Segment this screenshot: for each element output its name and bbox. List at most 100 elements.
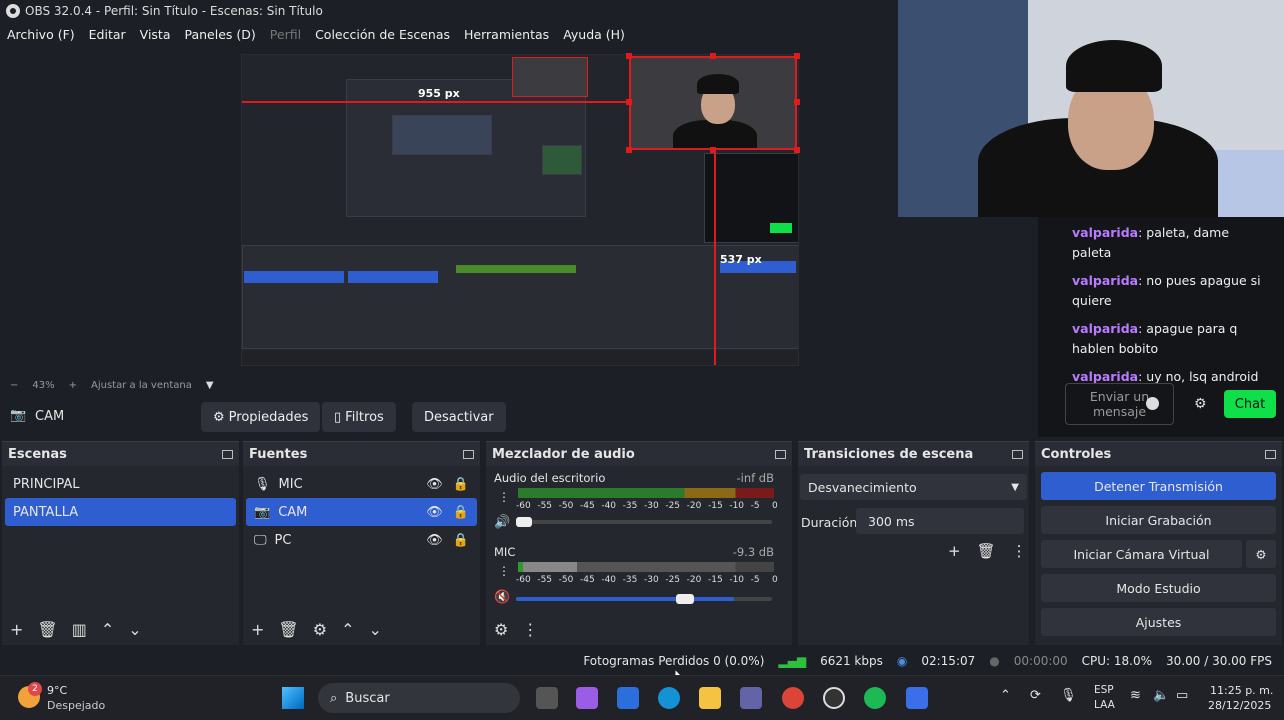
scene-item-selected[interactable]: PANTALLA [5,498,236,526]
menu-icon[interactable]: ⋮ [1012,542,1027,560]
lock-icon[interactable]: 🔒 [453,533,469,548]
chrome-icon[interactable] [782,687,804,709]
clock-time[interactable]: 11:25 p. m. [1210,684,1273,697]
selected-source-box[interactable] [629,56,797,150]
emoji-icon[interactable] [1146,397,1159,410]
move-down-icon[interactable]: ⌄ [368,620,381,639]
record-icon: ● [989,654,1000,668]
stop-streaming-button[interactable]: Detener Transmisión [1041,472,1276,500]
scene-item[interactable]: PRINCIPAL [5,470,236,498]
clock-date[interactable]: 28/12/2025 [1208,699,1271,712]
chat-settings-gear-icon[interactable]: ⚙ [1194,396,1207,412]
fit-dropdown-icon[interactable]: ▼ [206,380,214,391]
visibility-eye-icon[interactable]: 👁 [426,477,443,492]
language-top[interactable]: ESP [1094,684,1114,696]
trash-icon[interactable]: 🗑 [37,620,57,639]
channel-menu-icon[interactable]: ⋮ [498,490,510,504]
filters-button[interactable]: ▯ Filtros [322,402,396,432]
menu-archivo[interactable]: Archivo (F) [0,27,82,42]
app-icon[interactable] [906,687,928,709]
resize-handle[interactable] [794,53,800,59]
zoom-in-icon[interactable]: + [69,380,77,391]
resize-handle[interactable] [626,53,632,59]
move-down-icon[interactable]: ⌄ [128,620,141,639]
menu-editar[interactable]: Editar [82,27,133,42]
chat-send-button[interactable]: Chat [1224,390,1276,418]
virtual-camera-settings-gear-icon[interactable]: ⚙ [1246,540,1276,568]
lock-icon[interactable]: 🔒 [453,477,469,492]
volume-slider[interactable] [516,520,772,524]
undock-icon[interactable] [1012,449,1023,459]
source-item[interactable]: 🖵 PC 👁 🔒 [246,526,477,554]
undock-icon[interactable] [775,449,786,459]
lock-icon[interactable]: 🔒 [453,505,469,520]
move-up-icon[interactable]: ⌃ [101,620,114,639]
gear-icon[interactable]: ⚙ [313,620,327,639]
volume-slider-handle[interactable] [516,517,532,527]
transition-select[interactable]: Desvanecimiento ▼ [800,474,1027,500]
spotify-icon[interactable] [864,687,886,709]
source-item-selected[interactable]: 📷 CAM 👁 🔒 [246,498,477,526]
windows-start-icon[interactable] [282,687,304,709]
studio-mode-button[interactable]: Modo Estudio [1041,574,1276,602]
volume-icon[interactable]: 🔈 [1153,688,1169,703]
properties-button[interactable]: ⚙ Propiedades [201,402,321,432]
mic-icon[interactable]: 🎙 [1060,688,1077,703]
source-item[interactable]: 🎙 MIC 👁 🔒 [246,470,477,498]
resize-handle[interactable] [794,147,800,153]
settings-button[interactable]: Ajustes [1041,608,1276,636]
duration-input[interactable]: 300 ms [856,508,1024,534]
teams-icon[interactable] [740,687,762,709]
edge-icon[interactable] [658,687,680,709]
zoom-out-icon[interactable]: − [10,380,18,391]
move-up-icon[interactable]: ⌃ [341,620,354,639]
resize-handle[interactable] [626,99,632,105]
fit-to-window[interactable]: Ajustar a la ventana [91,380,192,391]
mixer-menu-icon[interactable]: ⋮ [522,620,538,639]
channel-menu-icon[interactable]: ⋮ [498,564,510,578]
deactivate-button[interactable]: Desactivar [412,402,506,432]
meter-tick-label: -10 [729,501,745,511]
meter-tick-label: -35 [622,575,638,585]
obs-icon[interactable] [823,687,845,709]
sync-icon[interactable]: ⟳ [1030,688,1041,703]
outlook-icon[interactable] [617,687,639,709]
visibility-eye-icon[interactable]: 👁 [426,505,443,520]
add-icon[interactable]: + [10,620,23,639]
battery-icon[interactable]: ▭ [1176,688,1188,703]
taskbar-search[interactable]: ⌕ Buscar [318,683,520,713]
meter-tick-label: -5 [750,501,760,511]
undock-icon[interactable] [463,449,474,459]
resize-handle[interactable] [710,53,716,59]
add-icon[interactable]: + [251,620,264,639]
visibility-eye-icon[interactable]: 👁 [426,533,443,548]
chevron-up-icon[interactable]: ⌃ [1000,688,1011,703]
speaker-muted-icon[interactable]: 🔇 [494,590,510,605]
start-recording-button[interactable]: Iniciar Grabación [1041,506,1276,534]
speaker-icon[interactable]: 🔊 [494,515,510,530]
trash-icon[interactable]: 🗑 [278,620,298,639]
file-explorer-icon[interactable] [699,687,721,709]
resize-handle[interactable] [710,147,716,153]
undock-icon[interactable] [222,449,233,459]
volume-slider-handle[interactable] [676,594,694,604]
volume-slider[interactable] [516,597,772,601]
resize-handle[interactable] [794,99,800,105]
language-bottom[interactable]: LAA [1094,699,1115,711]
task-view-icon[interactable] [536,687,558,709]
menu-coleccion[interactable]: Colección de Escenas [308,27,457,42]
copilot-icon[interactable] [576,687,598,709]
filter-icon[interactable]: ▥ [72,620,87,639]
undock-icon[interactable] [1265,449,1276,459]
menu-perfil[interactable]: Perfil [263,27,308,42]
resize-handle[interactable] [626,147,632,153]
menu-ayuda[interactable]: Ayuda (H) [556,27,632,42]
wifi-icon[interactable]: ≋ [1130,688,1141,703]
advanced-audio-gear-icon[interactable]: ⚙ [494,620,508,639]
add-icon[interactable]: + [948,542,961,560]
menu-herramientas[interactable]: Herramientas [457,27,556,42]
menu-vista[interactable]: Vista [133,27,178,42]
start-virtual-camera-button[interactable]: Iniciar Cámara Virtual [1041,540,1242,568]
menu-paneles[interactable]: Paneles (D) [178,27,263,42]
trash-icon[interactable]: 🗑 [977,542,996,560]
